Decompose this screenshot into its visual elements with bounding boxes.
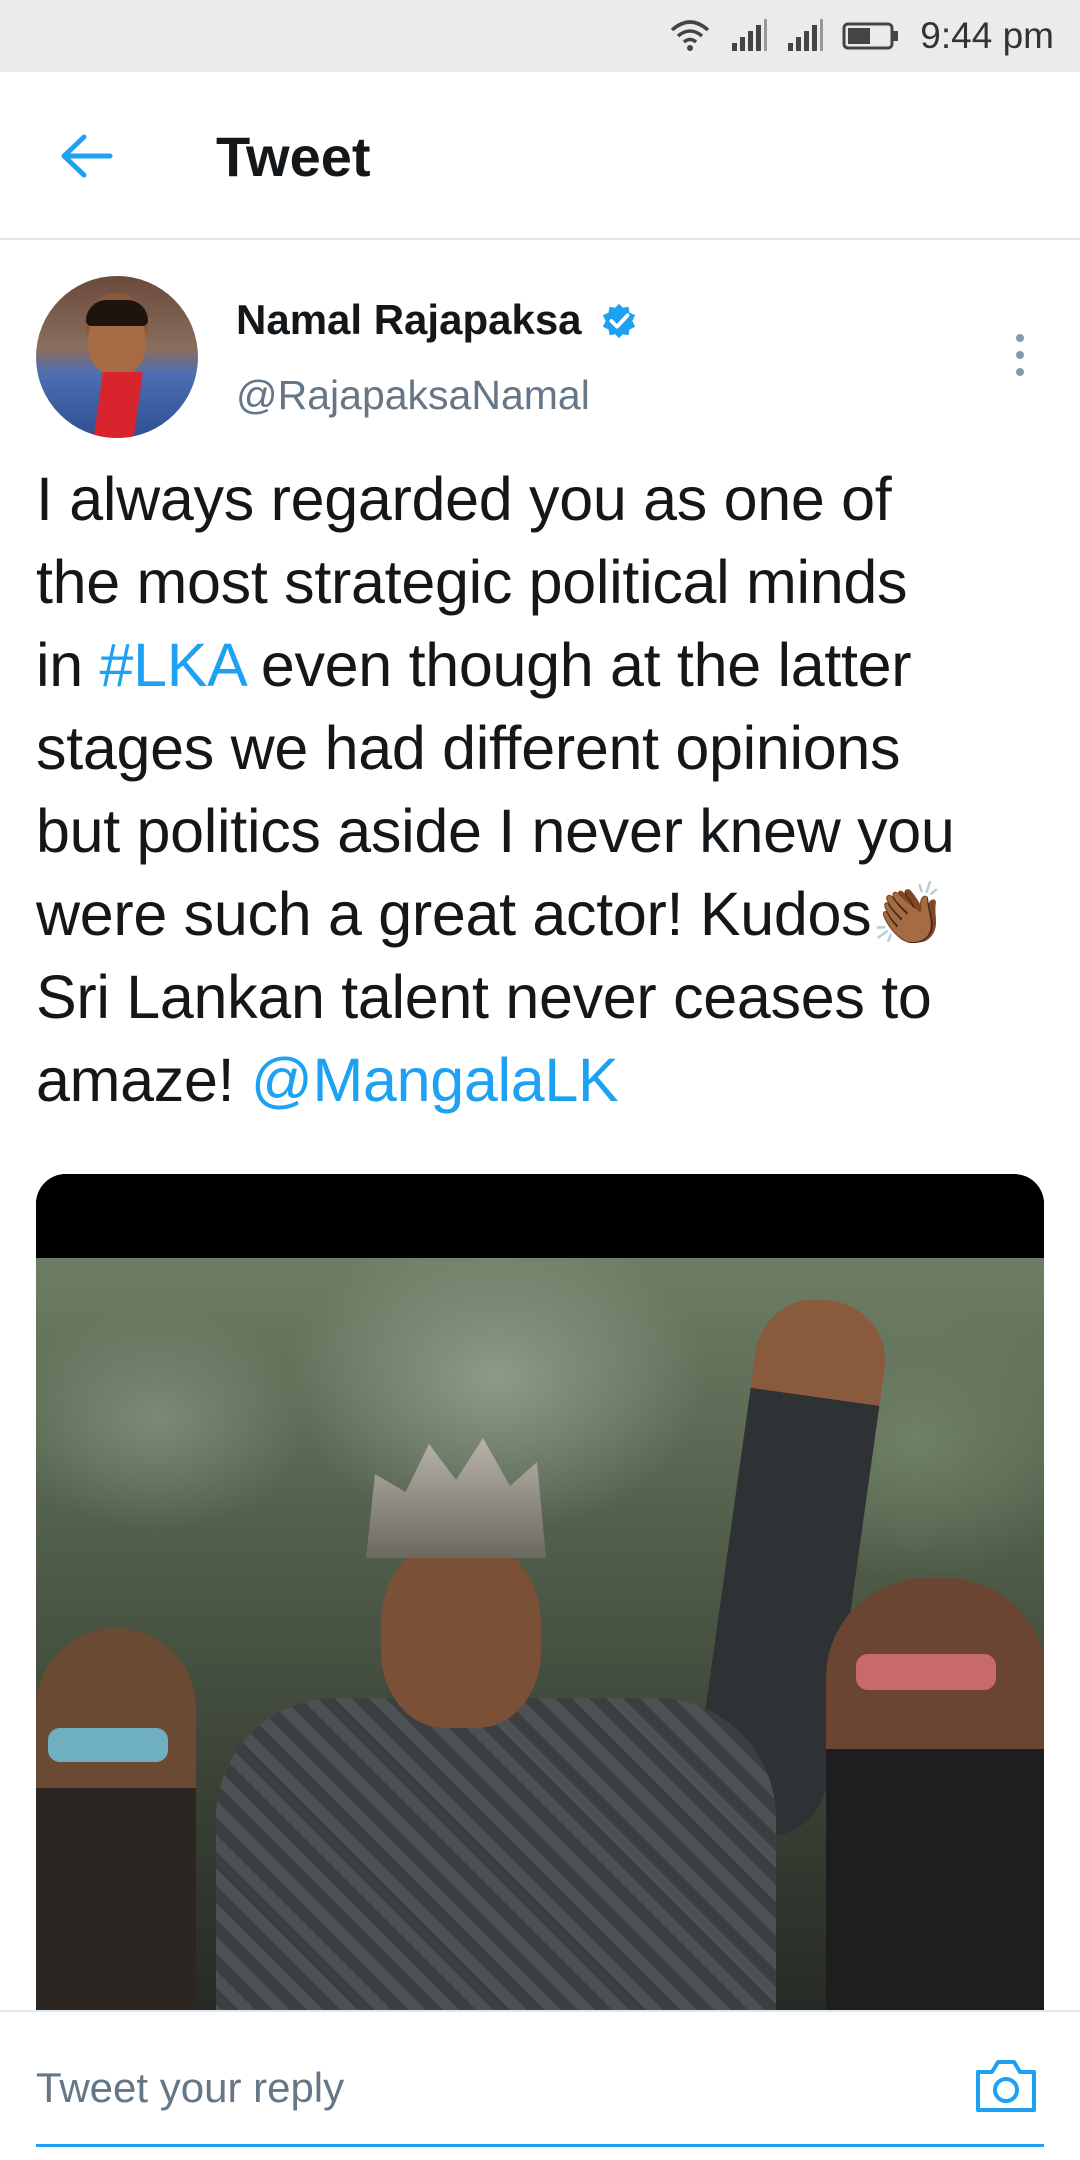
image-person-right — [826, 1578, 1044, 2010]
hashtag-link[interactable]: #LKA — [100, 631, 245, 699]
status-bar: 9:44 pm — [0, 0, 1080, 72]
tweet-text-line: the most strategic political minds — [36, 541, 1046, 624]
tweet-text-segment: Sri Lankan talent never ceases to — [36, 963, 932, 1031]
image-crown — [366, 1438, 546, 1558]
tweet-text-segment: even though at the latter — [244, 631, 912, 699]
image-sunglasses — [856, 1654, 996, 1690]
status-time: 9:44 pm — [920, 15, 1054, 56]
tweet-text-line: I always regarded you as one of — [36, 458, 1046, 541]
tweet-text-segment: stages we had different opinions — [36, 714, 901, 782]
avatar-scarf — [93, 372, 143, 438]
image-armor — [216, 1698, 776, 2010]
tweet-text-line: but politics aside I never knew you — [36, 790, 1046, 873]
tweet-text-segment: in — [36, 631, 100, 699]
author-name[interactable]: Namal Rajapaksa — [236, 296, 582, 344]
wifi-icon — [671, 20, 710, 51]
tweet-text: I always regarded you as one of the most … — [36, 458, 1046, 1122]
arrow-left-icon — [61, 134, 113, 178]
image-person-left — [36, 1628, 196, 2010]
mention-link[interactable]: @MangalaLK — [251, 1046, 619, 1114]
reply-input[interactable]: Tweet your reply — [36, 2064, 344, 2112]
signal-icon — [788, 19, 824, 51]
media-image — [36, 1258, 1044, 2010]
app-bar: Tweet — [0, 72, 1080, 240]
signal-icon — [732, 19, 768, 51]
tweet-text-segment: the most strategic political minds — [36, 548, 908, 616]
tweet-text-line: Sri Lankan talent never ceases to — [36, 956, 1046, 1039]
tweet-text-line: amaze! @MangalaLK — [36, 1039, 1046, 1122]
tweet-text-segment: amaze! — [36, 1046, 251, 1114]
reply-bar: Tweet your reply — [0, 2010, 1080, 2160]
back-button[interactable] — [40, 110, 132, 202]
tweet-text-line: were such a great actor! Kudos👏🏾 — [36, 873, 1046, 956]
more-vertical-icon-dot — [1016, 351, 1024, 359]
media-letterbox — [36, 1174, 1044, 1258]
avatar[interactable] — [36, 276, 198, 438]
tweet-text-segment: but politics aside I never knew you — [36, 797, 955, 865]
more-vertical-icon — [1016, 334, 1024, 342]
image-face — [381, 1538, 541, 1728]
tweet-media[interactable] — [36, 1174, 1044, 2010]
tweet-text-segment: were such a great actor! Kudos — [36, 880, 872, 948]
battery-icon — [842, 22, 899, 50]
author-handle[interactable]: @RajapaksaNamal — [236, 372, 590, 419]
camera-icon[interactable] — [972, 2056, 1040, 2116]
page-title: Tweet — [216, 125, 371, 188]
more-options-button[interactable] — [1002, 330, 1038, 380]
tweet-text-line: stages we had different opinions — [36, 707, 1046, 790]
tweet-text-segment: I always regarded you as one of — [36, 465, 892, 533]
more-vertical-icon-dot — [1016, 368, 1024, 376]
verified-badge-icon — [602, 303, 636, 339]
reply-input-underline — [36, 2144, 1044, 2147]
clapping-hands-emoji: 👏🏾 — [871, 879, 947, 950]
image-sunglasses — [48, 1728, 168, 1762]
avatar-hair — [86, 300, 148, 326]
tweet-text-line: in #LKA even though at the latter — [36, 624, 1046, 707]
